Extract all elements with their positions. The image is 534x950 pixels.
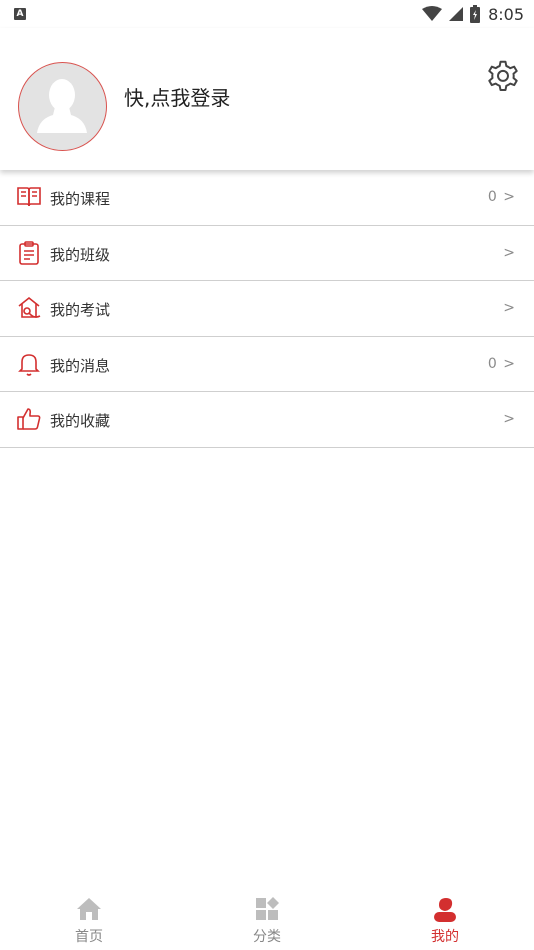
nav-tab-category[interactable]: 分类 — [178, 892, 356, 950]
nav-tab-label: 分类 — [253, 929, 281, 945]
gear-icon[interactable] — [485, 58, 521, 94]
category-grid-icon — [256, 897, 279, 920]
menu-list: 我的课程 0 > 我的班级 > 我的考试 > 我的消息 0 > 我的收藏 > — [0, 170, 534, 448]
menu-item-label: 我的消息 — [50, 356, 111, 375]
menu-item-label: 我的收藏 — [50, 412, 111, 430]
status-time: 8:05 — [488, 4, 524, 24]
avatar[interactable] — [18, 62, 107, 151]
nav-tab-mine[interactable]: 我的 — [356, 892, 534, 950]
battery-icon — [470, 5, 481, 23]
bell-icon — [18, 353, 40, 376]
menu-item-exams[interactable]: 我的考试 > — [0, 281, 534, 337]
bottom-nav: 首页 分类 我的 — [0, 892, 534, 950]
menu-item-label: 我的班级 — [50, 245, 111, 264]
menu-item-chevron: > — [503, 300, 516, 316]
menu-item-favorites[interactable]: 我的收藏 > — [0, 392, 534, 448]
nav-tab-label: 首页 — [75, 929, 103, 945]
menu-item-messages[interactable]: 我的消息 0 > — [0, 336, 534, 392]
cell-signal-icon — [449, 7, 464, 21]
menu-item-label: 我的课程 — [50, 190, 111, 208]
profile-header: 快,点我登录 — [0, 28, 534, 170]
nav-tab-label: 我的 — [431, 929, 459, 945]
person-icon — [434, 898, 456, 922]
login-prompt[interactable]: 快,点我登录 — [124, 82, 230, 111]
wifi-icon — [422, 6, 443, 21]
nav-tab-home[interactable]: 首页 — [0, 892, 178, 950]
menu-item-classes[interactable]: 我的班级 > — [0, 225, 534, 281]
status-bar: A 8:05 — [0, 0, 534, 28]
menu-item-count: 0 > — [487, 355, 516, 372]
status-icons: 8:05 — [422, 4, 524, 24]
status-notification-icon: A — [14, 8, 26, 20]
default-avatar-icon — [37, 79, 87, 133]
menu-item-chevron: > — [503, 411, 516, 427]
menu-item-courses[interactable]: 我的课程 0 > — [0, 170, 534, 226]
open-book-icon — [17, 187, 41, 207]
home-icon — [77, 898, 101, 920]
menu-item-chevron: > — [503, 244, 516, 261]
menu-item-label: 我的考试 — [50, 301, 111, 319]
menu-item-count: 0 > — [487, 189, 516, 205]
clipboard-icon — [19, 240, 39, 265]
thumbs-up-icon — [17, 408, 41, 430]
exam-house-icon — [18, 296, 41, 318]
